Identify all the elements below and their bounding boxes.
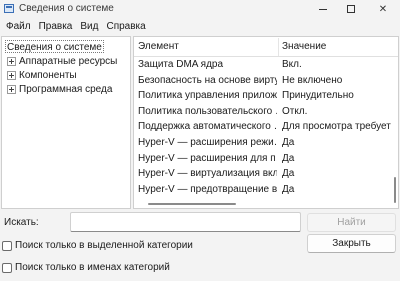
vertical-scroll-thumb[interactable] <box>394 177 396 203</box>
tree-item-hardware-resources[interactable]: Аппаратные ресурсы <box>7 55 117 68</box>
table-row[interactable]: Поддержка автоматического … Для просмотра… <box>134 119 392 135</box>
menu-bar: Файл Правка Вид Справка <box>0 18 400 35</box>
cell-value: Принудительно <box>282 90 354 102</box>
search-selected-category-label: Поиск только в выделенной категории <box>15 240 193 251</box>
search-label: Искать: <box>4 217 39 228</box>
cell-item: Безопасность на основе вирту… <box>138 74 277 86</box>
cell-value: Да <box>282 136 295 148</box>
table-row[interactable]: Защита DMA ядра Вкл. <box>134 57 392 73</box>
tree-item-software-environment[interactable]: Программная среда <box>7 83 112 96</box>
tree-item-label: Программная среда <box>19 84 113 95</box>
search-selected-category-checkbox[interactable] <box>2 240 12 251</box>
expand-plus-icon[interactable] <box>7 71 16 80</box>
table-row[interactable]: Hyper-V — расширения для п… Да <box>134 151 392 167</box>
tree-item-system-summary[interactable]: Сведения о системе <box>5 40 104 53</box>
menu-help[interactable]: Справка <box>102 18 149 35</box>
cell-value: Откл. <box>282 105 308 117</box>
cell-item: Политика управления прилож… <box>138 90 277 102</box>
close-button[interactable]: Закрыть <box>307 234 396 253</box>
minimize-button[interactable] <box>309 0 337 18</box>
search-category-names-checkbox[interactable] <box>2 262 12 273</box>
cell-item: Hyper-V — расширения для п… <box>138 152 277 164</box>
details-list[interactable]: Элемент Значение Защита DMA ядра Вкл. Без… <box>133 36 399 209</box>
cell-value: Да <box>282 183 295 195</box>
system-info-app-icon <box>4 4 14 13</box>
menu-view[interactable]: Вид <box>76 18 102 35</box>
cell-value: Не включено <box>282 74 343 86</box>
cell-item: Политика пользовательского … <box>138 105 277 117</box>
menu-file[interactable]: Файл <box>2 18 35 35</box>
menu-edit[interactable]: Правка <box>35 18 77 35</box>
list-header: Элемент Значение <box>134 37 398 57</box>
find-button[interactable]: Найти <box>307 213 396 232</box>
table-row[interactable]: Политика пользовательского … Откл. <box>134 104 392 120</box>
column-header-item[interactable]: Элемент <box>138 37 179 57</box>
expand-plus-icon[interactable] <box>7 85 16 94</box>
tree-item-label: Аппаратные ресурсы <box>19 56 118 67</box>
table-row[interactable]: Политика управления прилож… Принудительно <box>134 88 392 104</box>
list-rows: Защита DMA ядра Вкл. Безопасность на осно… <box>134 57 392 197</box>
cell-item: Hyper-V — предотвращение в… <box>138 183 277 195</box>
close-icon: ✕ <box>378 3 388 15</box>
window-title: Сведения о системе <box>19 3 114 14</box>
horizontal-scroll-thumb[interactable] <box>148 203 236 205</box>
cell-item: Hyper-V — расширения режи… <box>138 136 277 148</box>
cell-item: Защита DMA ядра <box>138 59 224 70</box>
cell-value: Вкл. <box>282 59 302 70</box>
cell-value: Да <box>282 168 295 180</box>
vertical-scrollbar[interactable] <box>391 57 398 208</box>
search-category-names-label: Поиск только в именах категорий <box>15 262 170 273</box>
table-row[interactable]: Hyper-V — виртуализация вкл… Да <box>134 166 392 182</box>
cell-value: Да <box>282 152 295 164</box>
cell-item: Поддержка автоматического … <box>138 121 277 133</box>
search-selected-category-option[interactable]: Поиск только в выделенной категории <box>2 240 193 251</box>
minimize-icon <box>319 8 327 10</box>
table-row[interactable]: Hyper-V — расширения режи… Да <box>134 135 392 151</box>
tree-item-label: Компоненты <box>19 70 77 81</box>
column-header-value[interactable]: Значение <box>282 37 326 57</box>
title-bar: Сведения о системе ✕ <box>0 0 400 18</box>
table-row[interactable]: Hyper-V — предотвращение в… Да <box>134 182 392 198</box>
cell-value: Для просмотра требует <box>282 121 391 133</box>
search-input[interactable] <box>70 212 301 232</box>
horizontal-scrollbar[interactable] <box>134 200 391 208</box>
maximize-icon <box>347 5 355 13</box>
expand-plus-icon[interactable] <box>7 57 16 66</box>
maximize-button[interactable] <box>337 0 365 18</box>
column-divider[interactable] <box>278 38 279 56</box>
close-window-button[interactable]: ✕ <box>366 0 400 18</box>
table-row[interactable]: Безопасность на основе вирту… Не включено <box>134 73 392 89</box>
search-category-names-option[interactable]: Поиск только в именах категорий <box>2 262 170 273</box>
category-tree[interactable]: Сведения о системе Аппаратные ресурсы Ко… <box>1 36 131 209</box>
tree-item-components[interactable]: Компоненты <box>7 69 77 82</box>
cell-item: Hyper-V — виртуализация вкл… <box>138 168 277 180</box>
